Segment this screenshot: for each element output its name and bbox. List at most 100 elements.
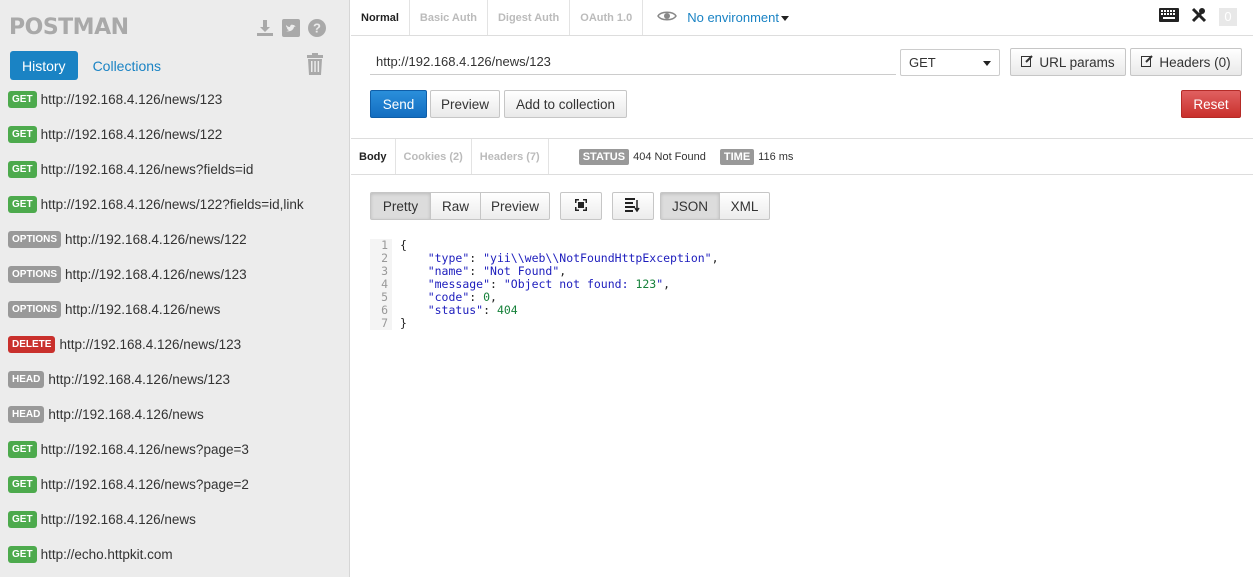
status-value: 404 Not Found: [633, 150, 706, 163]
method-badge: GET: [8, 196, 37, 213]
history-url: http://192.168.4.126/news/122: [40, 127, 223, 142]
top-right-tools: 0: [1159, 7, 1237, 26]
history-item[interactable]: GET http://192.168.4.126/news/122?fields=…: [8, 187, 349, 222]
help-icon[interactable]: ?: [307, 18, 327, 38]
time-value: 116 ms: [758, 150, 794, 163]
eye-icon: [657, 10, 678, 25]
twitter-icon[interactable]: [281, 18, 301, 38]
sidebar-toolbar: ?: [255, 18, 327, 38]
method-badge: GET: [8, 511, 37, 528]
code-line: 6 "status": 404: [370, 304, 770, 317]
fullscreen-button[interactable]: [560, 192, 602, 220]
history-url: http://192.168.4.126/news/122?fields=id,…: [40, 197, 304, 212]
notification-badge[interactable]: 0: [1219, 7, 1237, 26]
history-url: http://192.168.4.126/news/123: [40, 92, 223, 107]
fullscreen-icon: [575, 198, 587, 214]
edit-icon: [1021, 54, 1034, 70]
add-to-collection-button[interactable]: Add to collection: [504, 90, 627, 118]
status-label: STATUS: [578, 148, 630, 165]
app-logo: POSTMAN: [9, 15, 129, 40]
method-badge: GET: [8, 91, 37, 108]
format-xml[interactable]: XML: [720, 192, 770, 220]
history-url: http://192.168.4.126/news/122: [65, 232, 247, 247]
history-item[interactable]: OPTIONS http://192.168.4.126/news: [8, 292, 349, 327]
method-badge: GET: [8, 441, 37, 458]
action-row: Send Preview Add to collection Reset: [370, 90, 1241, 118]
trash-icon[interactable]: [305, 53, 325, 78]
url-input[interactable]: [370, 48, 896, 75]
send-button[interactable]: Send: [370, 90, 427, 118]
history-item[interactable]: GET http://192.168.4.126/news?page=3: [8, 432, 349, 467]
view-preview[interactable]: Preview: [481, 192, 550, 220]
tab-basic-auth[interactable]: Basic Auth: [410, 0, 488, 35]
history-item[interactable]: OPTIONS http://192.168.4.126/news/122: [8, 222, 349, 257]
history-list: GET http://192.168.4.126/news/123 GET http:…: [8, 82, 349, 572]
preview-button[interactable]: Preview: [430, 90, 500, 118]
headers-button[interactable]: Headers (0): [1130, 48, 1242, 76]
code-text: "status": 404: [427, 303, 518, 317]
method-badge: OPTIONS: [8, 231, 62, 248]
sidebar: POSTMAN ? History Collections GET http://…: [0, 0, 350, 577]
download-icon[interactable]: [255, 18, 275, 38]
tab-cookies[interactable]: Cookies (2): [396, 139, 472, 174]
method-badge: GET: [8, 161, 37, 178]
history-url: http://192.168.4.126/news?fields=id: [40, 162, 254, 177]
tools-icon[interactable]: [1191, 7, 1207, 26]
wrap-button[interactable]: [612, 192, 654, 220]
history-item[interactable]: GET http://192.168.4.126/news/123: [8, 82, 349, 117]
history-item[interactable]: HEAD http://192.168.4.126/news: [8, 397, 349, 432]
url-params-button[interactable]: URL params: [1010, 48, 1126, 76]
response-meta: STATUS 404 Not Found TIME 116 ms: [578, 139, 794, 174]
view-raw[interactable]: Raw: [431, 192, 481, 220]
view-toolbar: Pretty Raw Preview JSON XML: [370, 192, 770, 220]
history-url: http://192.168.4.126/news: [65, 302, 221, 317]
url-row: GET URL params Headers (0): [370, 48, 1243, 76]
headers-label: Headers (0): [1159, 54, 1231, 70]
tab-oauth[interactable]: OAuth 1.0: [570, 0, 644, 35]
tab-digest-auth[interactable]: Digest Auth: [488, 0, 571, 35]
view-pretty[interactable]: Pretty: [370, 192, 431, 220]
url-params-label: URL params: [1039, 54, 1115, 70]
method-badge: HEAD: [8, 406, 45, 423]
method-badge: OPTIONS: [8, 266, 62, 283]
environment-selector[interactable]: No environment: [643, 0, 789, 35]
history-item[interactable]: OPTIONS http://192.168.4.126/news/123: [8, 257, 349, 292]
tab-collections[interactable]: Collections: [78, 58, 176, 74]
method-select[interactable]: GET: [900, 49, 1000, 76]
history-item[interactable]: DELETE http://192.168.4.126/news/123: [8, 327, 349, 362]
tab-response-headers[interactable]: Headers (7): [472, 139, 549, 174]
time-label: TIME: [719, 148, 755, 165]
history-item[interactable]: GET http://192.168.4.126/news: [8, 502, 349, 537]
tab-normal[interactable]: Normal: [351, 0, 410, 35]
method-badge: HEAD: [8, 371, 45, 388]
auth-tabs-bar: Normal Basic Auth Digest Auth OAuth 1.0 …: [351, 0, 1253, 36]
history-url: http://192.168.4.126/news: [40, 512, 196, 527]
history-item[interactable]: GET http://192.168.4.126/news?page=2: [8, 467, 349, 502]
history-item[interactable]: GET http://echo.httpkit.com: [8, 537, 349, 572]
history-item[interactable]: GET http://192.168.4.126/news/122: [8, 117, 349, 152]
reset-button[interactable]: Reset: [1181, 90, 1241, 118]
caret-down-icon: [781, 10, 789, 25]
caret-down-icon: [983, 55, 991, 70]
method-badge: OPTIONS: [8, 301, 62, 318]
keyboard-icon[interactable]: [1159, 8, 1179, 25]
method-badge: GET: [8, 476, 37, 493]
history-url: http://192.168.4.126/news/123: [48, 372, 230, 387]
history-item[interactable]: HEAD http://192.168.4.126/news/123: [8, 362, 349, 397]
sidebar-tabs: History Collections: [10, 51, 176, 80]
method-value: GET: [909, 55, 936, 70]
history-item[interactable]: GET http://192.168.4.126/news?fields=id: [8, 152, 349, 187]
tab-body[interactable]: Body: [351, 139, 396, 174]
method-badge: DELETE: [8, 336, 56, 353]
method-badge: GET: [8, 546, 37, 563]
method-badge: GET: [8, 126, 37, 143]
edit-icon: [1141, 54, 1154, 70]
history-url: http://192.168.4.126/news/123: [59, 337, 242, 352]
history-url: http://192.168.4.126/news/123: [65, 267, 247, 282]
format-json[interactable]: JSON: [660, 192, 720, 220]
code-line: 7}: [370, 317, 770, 330]
code-text: }: [400, 316, 407, 330]
response-body[interactable]: 1{2 "type": "yii\\web\\NotFoundHttpExcep…: [370, 239, 770, 330]
history-url: http://echo.httpkit.com: [40, 547, 173, 562]
tab-history[interactable]: History: [10, 51, 78, 80]
